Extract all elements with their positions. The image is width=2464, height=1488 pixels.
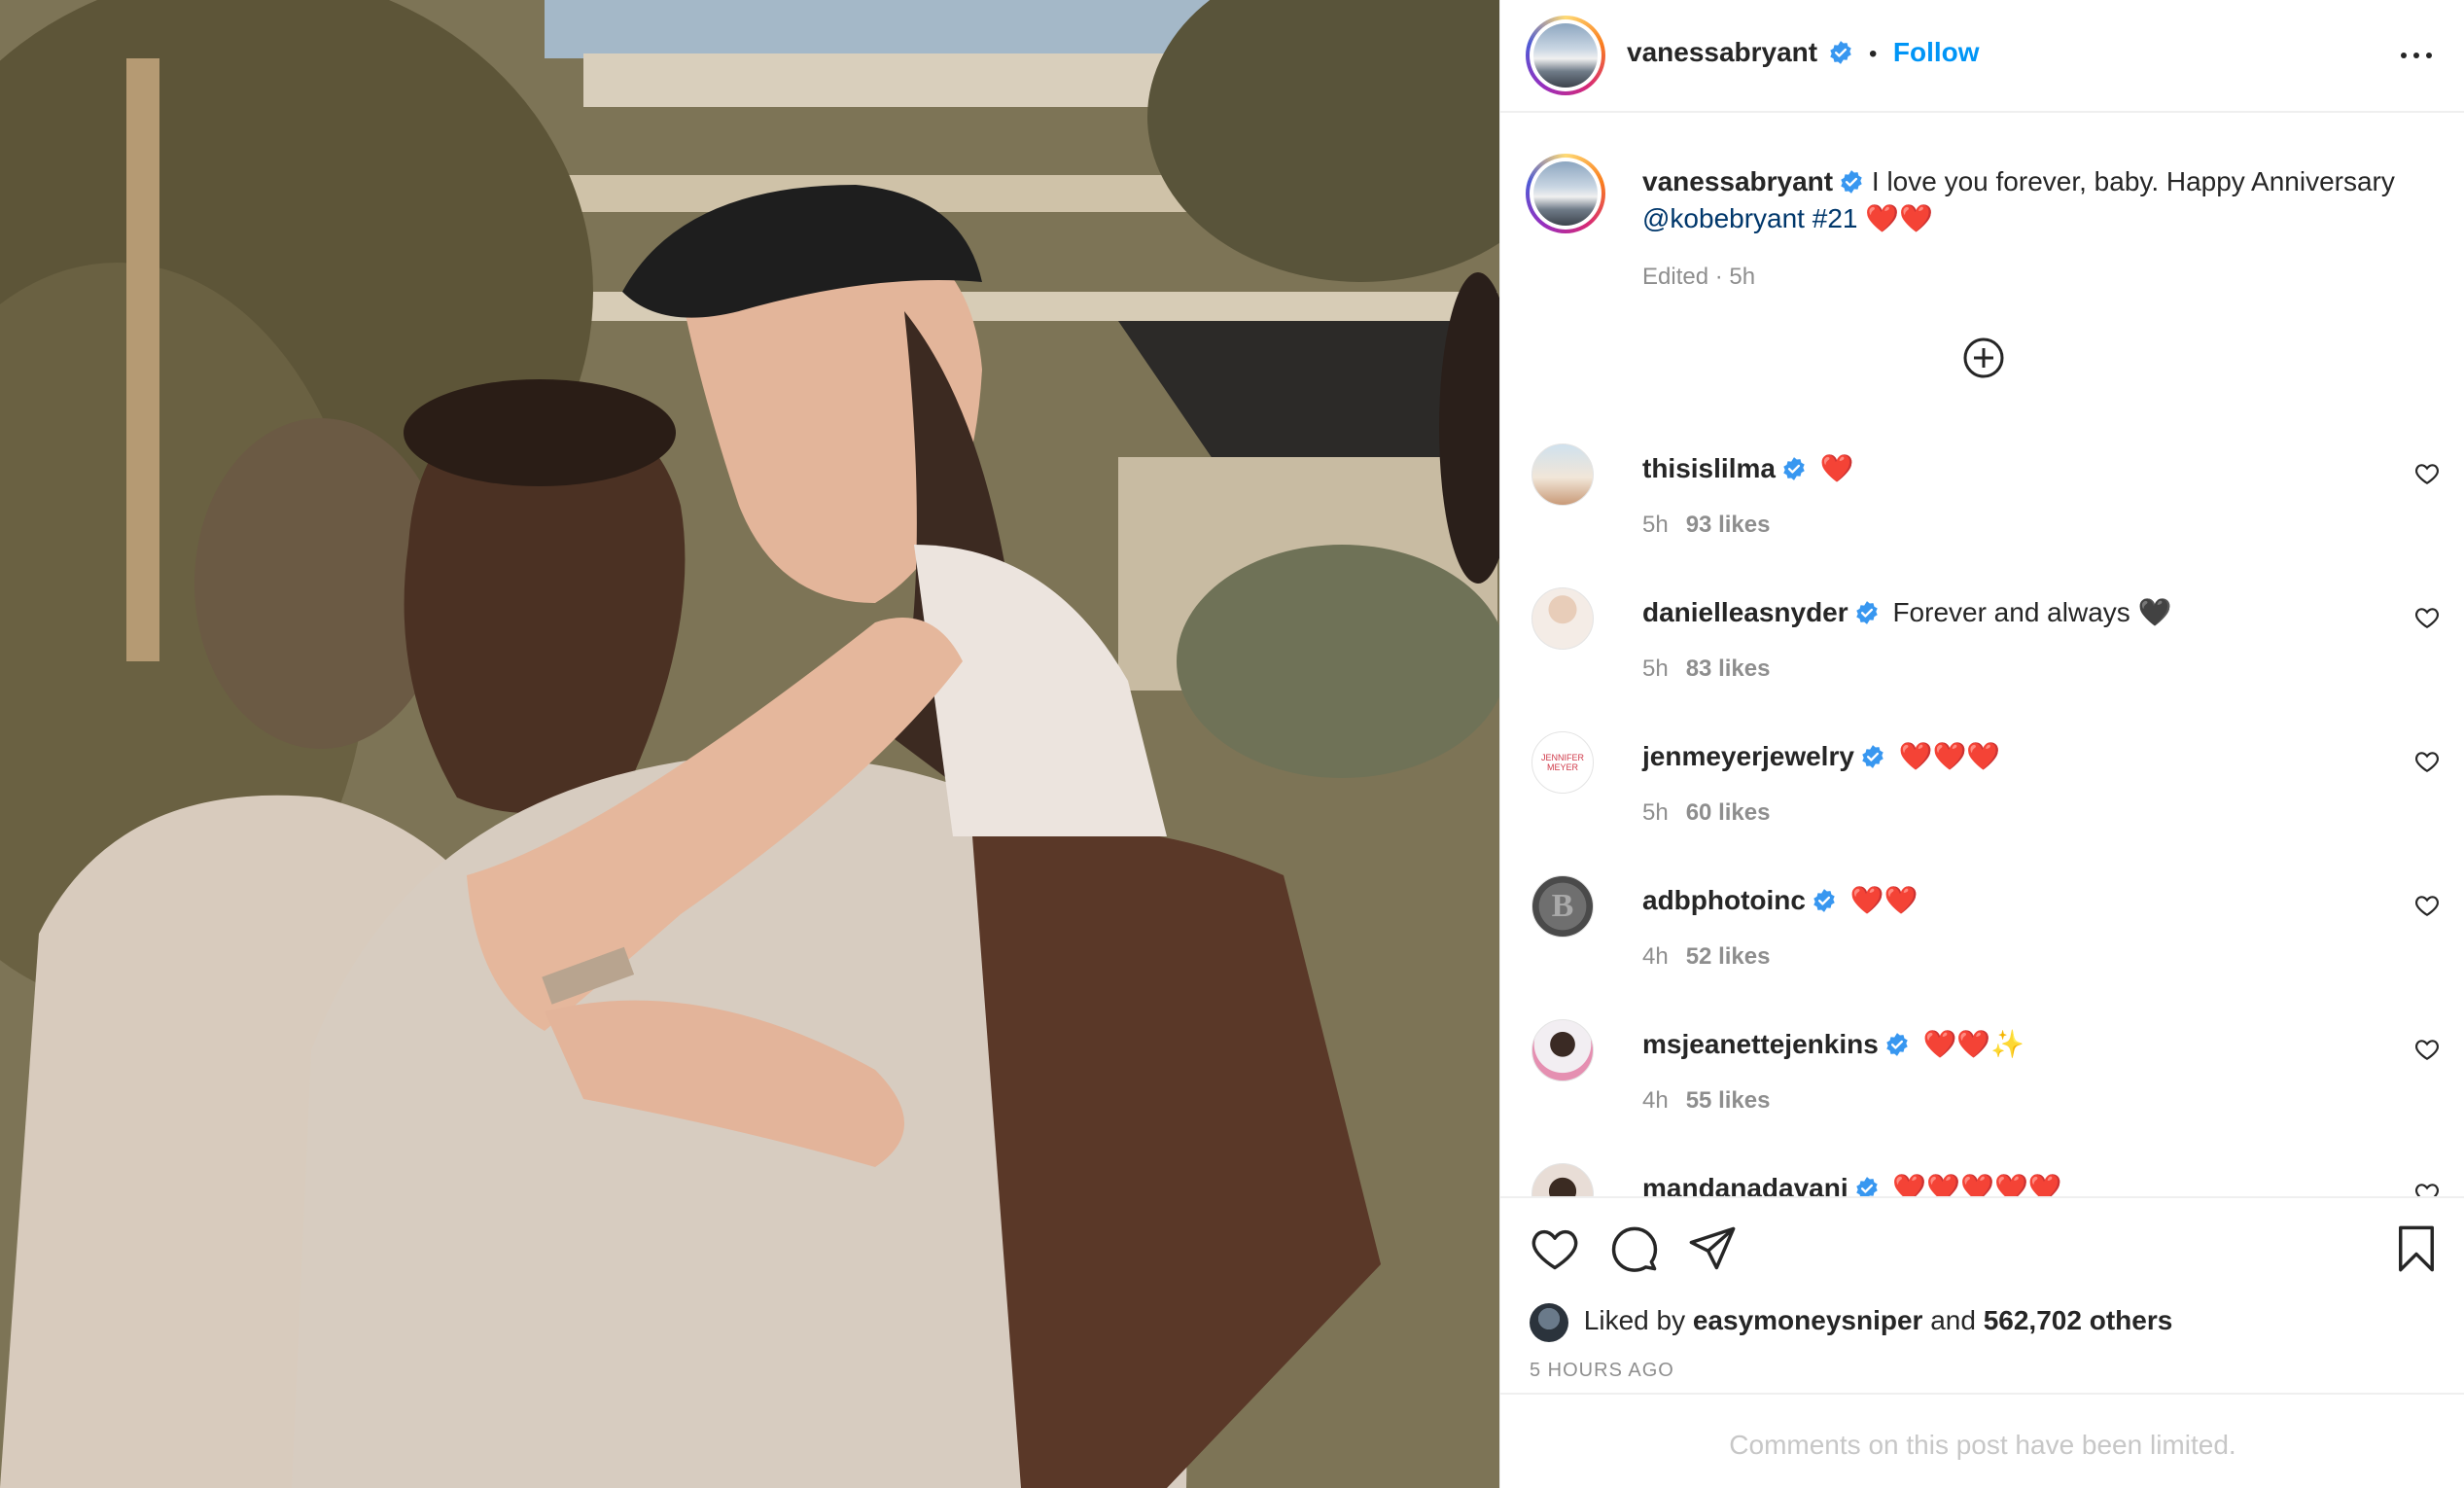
footer-divider	[1500, 1393, 2464, 1395]
caption-mention-link[interactable]: @kobebryant	[1642, 203, 1805, 233]
comment-item: JENNIFER MEYER jenmeyerjewelry ❤️❤️❤️ 5h…	[1528, 727, 2442, 871]
comment-text: ❤️	[1819, 453, 1854, 483]
verified-badge-icon	[1783, 457, 1805, 480]
comment-username[interactable]: msjeanettejenkins	[1642, 1029, 1879, 1059]
caption-author-avatar[interactable]	[1526, 154, 1605, 233]
verified-badge-icon	[1813, 889, 1835, 912]
comment-like-heart-icon[interactable]	[2414, 1037, 2440, 1062]
verified-badge-icon	[1862, 745, 1883, 768]
verified-badge-icon	[1841, 170, 1862, 194]
verified-badge-icon	[1855, 1177, 1878, 1196]
verified-badge-icon	[1886, 1033, 1908, 1056]
comment-item: mandanadavani ❤️❤️❤️❤️❤️	[1528, 1159, 2442, 1196]
comment-body: danielleasnyder Forever and always 🖤	[1642, 595, 2381, 630]
comment-time: 5h	[1642, 799, 1669, 826]
author-avatar[interactable]	[1526, 16, 1605, 95]
save-bookmark-icon[interactable]	[2391, 1223, 2442, 1274]
comment-meta: 4h 52 likes	[1642, 943, 1770, 971]
verified-badge-icon	[1855, 601, 1878, 624]
comment-like-heart-icon[interactable]	[2414, 1181, 2440, 1196]
comment-avatar[interactable]: JENNIFER MEYER	[1531, 731, 1594, 794]
comment-avatar[interactable]	[1531, 1163, 1594, 1196]
post-side-panel: vanessabryant • Follow vanessabryant I l…	[1499, 0, 2464, 1488]
comment-meta: 5h 60 likes	[1642, 799, 1770, 827]
comment-text: ❤️❤️❤️	[1898, 741, 2001, 771]
caption-text: I love you forever, baby. Happy Annivers…	[1871, 166, 2395, 196]
comment-username[interactable]: danielleasnyder	[1642, 597, 1848, 627]
caption-hashtag-link[interactable]: #21	[1813, 203, 1858, 233]
photo-illustration	[0, 0, 1499, 1488]
comment-likes[interactable]: 55 likes	[1686, 1087, 1771, 1114]
comment-text: ❤️❤️✨	[1922, 1029, 2025, 1059]
actions-divider	[1500, 1196, 2464, 1198]
follow-button[interactable]: Follow	[1893, 37, 1980, 67]
comment-meta: 4h 55 likes	[1642, 1087, 1770, 1115]
caption-username[interactable]: vanessabryant	[1642, 166, 1833, 196]
likes-summary: Liked by easymoneysniper and 562,702 oth…	[1530, 1299, 2172, 1342]
like-heart-icon[interactable]	[1530, 1223, 1580, 1274]
comment-avatar[interactable]	[1531, 587, 1594, 650]
comment-text: ❤️❤️	[1849, 885, 1918, 915]
adb-logo: B	[1551, 888, 1574, 924]
comment-item: danielleasnyder Forever and always 🖤 5h 8…	[1528, 584, 2442, 727]
post-header: vanessabryant • Follow	[1500, 0, 2464, 113]
comment-likes[interactable]: 83 likes	[1686, 655, 1771, 682]
comment-time: 5h	[1642, 512, 1669, 538]
likes-user[interactable]: easymoneysniper	[1693, 1305, 1923, 1335]
comment-text: ❤️❤️❤️❤️❤️	[1892, 1173, 2062, 1196]
more-options-icon[interactable]	[2399, 41, 2434, 68]
caption-text-block: vanessabryant I love you forever, baby. …	[1642, 163, 2440, 296]
comment-likes[interactable]: 60 likes	[1686, 799, 1771, 826]
comment-item: B adbphotoinc ❤️❤️ 4h 52 likes	[1528, 871, 2442, 1015]
jennifer-meyer-logo: JENNIFER MEYER	[1541, 753, 1585, 772]
comment-like-heart-icon[interactable]	[2414, 893, 2440, 918]
liker-avatar[interactable]	[1530, 1302, 1568, 1342]
comment-time: 4h	[1642, 943, 1669, 970]
share-icon[interactable]	[1687, 1223, 1738, 1274]
comment-time: 5h	[1642, 655, 1669, 682]
comment-item: msjeanettejenkins ❤️❤️✨ 4h 55 likes	[1528, 1015, 2442, 1159]
comment-body: jenmeyerjewelry ❤️❤️❤️	[1642, 739, 2381, 774]
comment-text: Forever and always 🖤	[1892, 597, 2172, 627]
comment-username[interactable]: adbphotoinc	[1642, 885, 1806, 915]
comment-icon[interactable]	[1609, 1223, 1660, 1274]
likes-prefix: Liked by	[1583, 1305, 1686, 1335]
comment-like-heart-icon[interactable]	[2414, 749, 2440, 774]
caption-edited-time: Edited · 5h	[1642, 264, 1756, 290]
load-more-comments-icon[interactable]	[1962, 337, 2005, 379]
comment-meta: 5h 83 likes	[1642, 655, 1770, 683]
comment-avatar[interactable]	[1531, 1019, 1594, 1081]
comment-likes[interactable]: 93 likes	[1686, 512, 1771, 538]
comment-body: thisislilma ❤️	[1642, 451, 2381, 486]
comment-body: mandanadavani ❤️❤️❤️❤️❤️	[1642, 1171, 2381, 1196]
comment-body: msjeanettejenkins ❤️❤️✨	[1642, 1027, 2381, 1062]
comment-username[interactable]: thisislilma	[1642, 453, 1776, 483]
separator-dot: •	[1869, 41, 1878, 67]
comment-item: thisislilma ❤️ 5h 93 likes	[1528, 440, 2442, 584]
comment-username[interactable]: jenmeyerjewelry	[1642, 741, 1854, 771]
comment-avatar[interactable]	[1531, 443, 1594, 506]
comment-like-heart-icon[interactable]	[2414, 461, 2440, 486]
comment-time: 4h	[1642, 1087, 1669, 1114]
caption-emoji: ❤️❤️	[1865, 203, 1933, 233]
comments-limited-notice: Comments on this post have been limited.	[1729, 1430, 2236, 1460]
header-author-row: vanessabryant • Follow	[1627, 33, 1980, 72]
comments-list[interactable]: vanessabryant I love you forever, baby. …	[1500, 115, 2464, 1196]
comment-meta: 5h 93 likes	[1642, 512, 1770, 539]
comment-avatar[interactable]: B	[1531, 875, 1594, 938]
comment-like-heart-icon[interactable]	[2414, 605, 2440, 630]
post-photo[interactable]	[0, 0, 1499, 1488]
post-time-ago[interactable]: 5 HOURS AGO	[1530, 1360, 1674, 1382]
comment-likes[interactable]: 52 likes	[1686, 943, 1771, 970]
likes-count[interactable]: 562,702 others	[1984, 1305, 2173, 1335]
comment-username[interactable]: mandanadavani	[1642, 1173, 1848, 1196]
likes-middle: and	[1930, 1305, 1976, 1335]
header-username[interactable]: vanessabryant	[1627, 37, 1817, 67]
verified-badge-icon	[1829, 41, 1851, 64]
comment-body: adbphotoinc ❤️❤️	[1642, 883, 2381, 918]
